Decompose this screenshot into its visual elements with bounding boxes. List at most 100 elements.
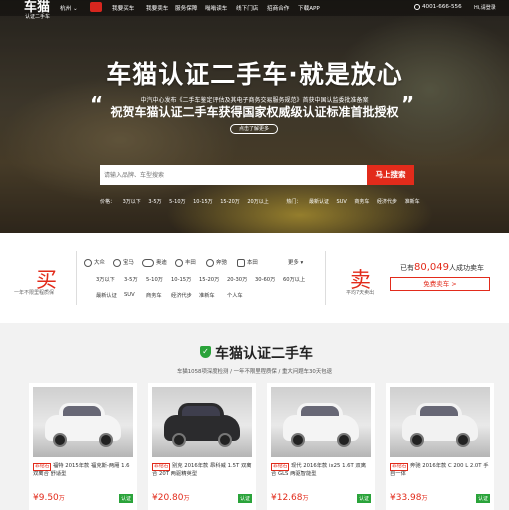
price-range-link[interactable]: 10-15万 [171, 276, 191, 283]
hot-filter-option[interactable]: 准新车 [405, 199, 420, 205]
brand-honda[interactable]: 本田 [237, 258, 258, 267]
car-card[interactable]: 非钻石 现代 2016年款 ix25 1.6T 双离合 GLS 两驱智能型 ¥1… [267, 383, 375, 510]
hot-filter-option[interactable]: SUV [337, 199, 347, 205]
car-wheel [291, 433, 305, 447]
car-title[interactable]: 福特 2015年款 福克斯-两厢 1.6 双离合 舒适型 [33, 462, 133, 478]
shield-check-icon: ✓ [200, 346, 211, 358]
price-unit: 万 [58, 495, 65, 502]
toyota-logo-icon [175, 258, 183, 267]
brand-label: 宝马 [123, 260, 134, 266]
certified-badge: 认证 [475, 494, 490, 503]
category-link[interactable]: 个人车 [227, 292, 243, 299]
price-range-link[interactable]: 60万以上 [283, 276, 305, 283]
bmw-logo-icon [113, 258, 121, 267]
price-filter-option[interactable]: 3-5万 [148, 199, 161, 205]
car-price: ¥20.80万 [152, 493, 190, 503]
category-link[interactable]: 准新车 [199, 292, 215, 299]
car-window [63, 406, 101, 416]
car-wheel [218, 433, 232, 447]
nav-sell-car[interactable]: 我要卖车 [146, 4, 168, 12]
nav-service[interactable]: 服务保障 [175, 4, 197, 12]
sold-suffix: 人成功卖车 [449, 264, 484, 272]
price-filter-option[interactable]: 10-15万 [193, 199, 213, 205]
price-range-link[interactable]: 3-5万 [124, 276, 138, 283]
hot-filter-option[interactable]: 商务车 [354, 199, 369, 205]
sold-prefix: 已有 [400, 264, 414, 272]
audi-logo-icon [142, 258, 154, 267]
price-unit: 万 [421, 495, 428, 502]
price-filter-option[interactable]: 3万以下 [123, 199, 141, 205]
price-filter-option[interactable]: 5-10万 [169, 199, 185, 205]
car-photo [152, 387, 252, 457]
brand-label: 大众 [94, 260, 105, 266]
certified-badge: 认证 [237, 494, 252, 503]
price-filter-label: 价格： [100, 199, 116, 205]
brand-audi[interactable]: 奥迪 [142, 258, 167, 267]
car-window [420, 406, 458, 416]
brand-volkswagen[interactable]: 大众 [84, 258, 105, 267]
car-card[interactable]: 非钻石 福特 2015年款 福克斯-两厢 1.6 双离合 舒适型 ¥9.50万 … [29, 383, 137, 510]
hot-badge-icon [90, 2, 102, 12]
city-selector[interactable]: 杭州 ⌄ [60, 4, 78, 12]
car-wheel [99, 433, 113, 447]
price-unit: 万 [183, 495, 190, 502]
phone-icon [414, 4, 420, 10]
price-filter-option[interactable]: 20万以上 [247, 199, 268, 205]
section-subtitle: 车猫1058项深度检测 / 一年不限里程质保 / 重大问题车30天包退 [176, 369, 333, 375]
benz-logo-icon [206, 258, 214, 267]
brand-bmw[interactable]: 宝马 [113, 258, 134, 267]
price-range-link[interactable]: 15-20万 [199, 276, 219, 283]
price-range-link[interactable]: 30-60万 [255, 276, 275, 283]
section-title: 车猫认证二手车 [215, 346, 313, 362]
car-wheel [172, 433, 186, 447]
car-photo [33, 387, 133, 457]
hot-filter-option[interactable]: 最新认证 [309, 199, 329, 205]
free-sell-button[interactable]: 免费卖车 > [390, 277, 490, 291]
brand-benz[interactable]: 奔驰 [206, 258, 227, 267]
nav-buy-car[interactable]: 我要买车 [112, 4, 134, 12]
car-title[interactable]: 别克 2016年款 昂科威 1.5T 双离合 20T 两驱精英型 [152, 462, 252, 478]
category-link[interactable]: SUV [124, 292, 135, 298]
brand-toyota[interactable]: 丰田 [175, 258, 196, 267]
volkswagen-logo-icon [84, 258, 92, 267]
search-input[interactable] [100, 165, 367, 185]
brand-label: 本田 [247, 260, 258, 266]
price-range-link[interactable]: 5-10万 [146, 276, 163, 283]
car-photo [390, 387, 490, 457]
nav-stores[interactable]: 线下门店 [236, 4, 258, 12]
hero-congrats: 祝贺车猫认证二手车获得国家权威级认证标准首批授权 [110, 105, 399, 119]
category-link[interactable]: 商务车 [146, 292, 162, 299]
car-wheel [53, 433, 67, 447]
car-photo [271, 387, 371, 457]
car-title[interactable]: 现代 2016年款 ix25 1.6T 双离合 GLS 两驱智能型 [271, 462, 371, 478]
category-link[interactable]: 经济代步 [171, 292, 192, 299]
brand-label: 丰田 [185, 260, 196, 266]
brand-label: 奔驰 [216, 260, 227, 266]
category-link[interactable]: 最新认证 [96, 292, 117, 299]
divider [76, 251, 77, 305]
sold-counter: 已有80,049人成功卖车 [400, 262, 484, 273]
price-value: ¥33.98 [390, 493, 422, 503]
search-button[interactable]: 马上搜索 [367, 165, 414, 185]
price-value: ¥9.50 [33, 493, 59, 503]
car-price: ¥33.98万 [390, 493, 428, 503]
car-price: ¥9.50万 [33, 493, 65, 503]
car-window [182, 406, 220, 416]
buy-warranty-note: 一年不限里程质保 [14, 290, 55, 296]
divider [325, 251, 326, 305]
hotline-number: 4001-666-556 [422, 4, 462, 10]
nav-partnership[interactable]: 招商合作 [267, 4, 289, 12]
price-filter-option[interactable]: 15-20万 [220, 199, 240, 205]
car-card[interactable]: 非钻石 别克 2016年款 昂科威 1.5T 双离合 20T 两驱精英型 ¥20… [148, 383, 256, 510]
login-link[interactable]: Hi,请登录 [474, 4, 496, 11]
price-range-link[interactable]: 3万以下 [96, 276, 115, 283]
car-title[interactable]: 奔驰 2016年款 C 200 L 2.0T 手自一体 [390, 462, 490, 478]
car-window [301, 406, 339, 416]
more-brands-dropdown[interactable]: 更多 ▾ [288, 258, 303, 266]
nav-read-car[interactable]: 嗡嗡读车 [205, 4, 227, 12]
learn-more-button[interactable]: 点击了解更多 [230, 124, 278, 134]
nav-download-app[interactable]: 下载APP [298, 4, 320, 12]
hot-filter-option[interactable]: 经济代步 [377, 199, 397, 205]
car-card[interactable]: 非钻石 奔驰 2016年款 C 200 L 2.0T 手自一体 ¥33.98万 … [386, 383, 494, 510]
price-range-link[interactable]: 20-30万 [227, 276, 247, 283]
